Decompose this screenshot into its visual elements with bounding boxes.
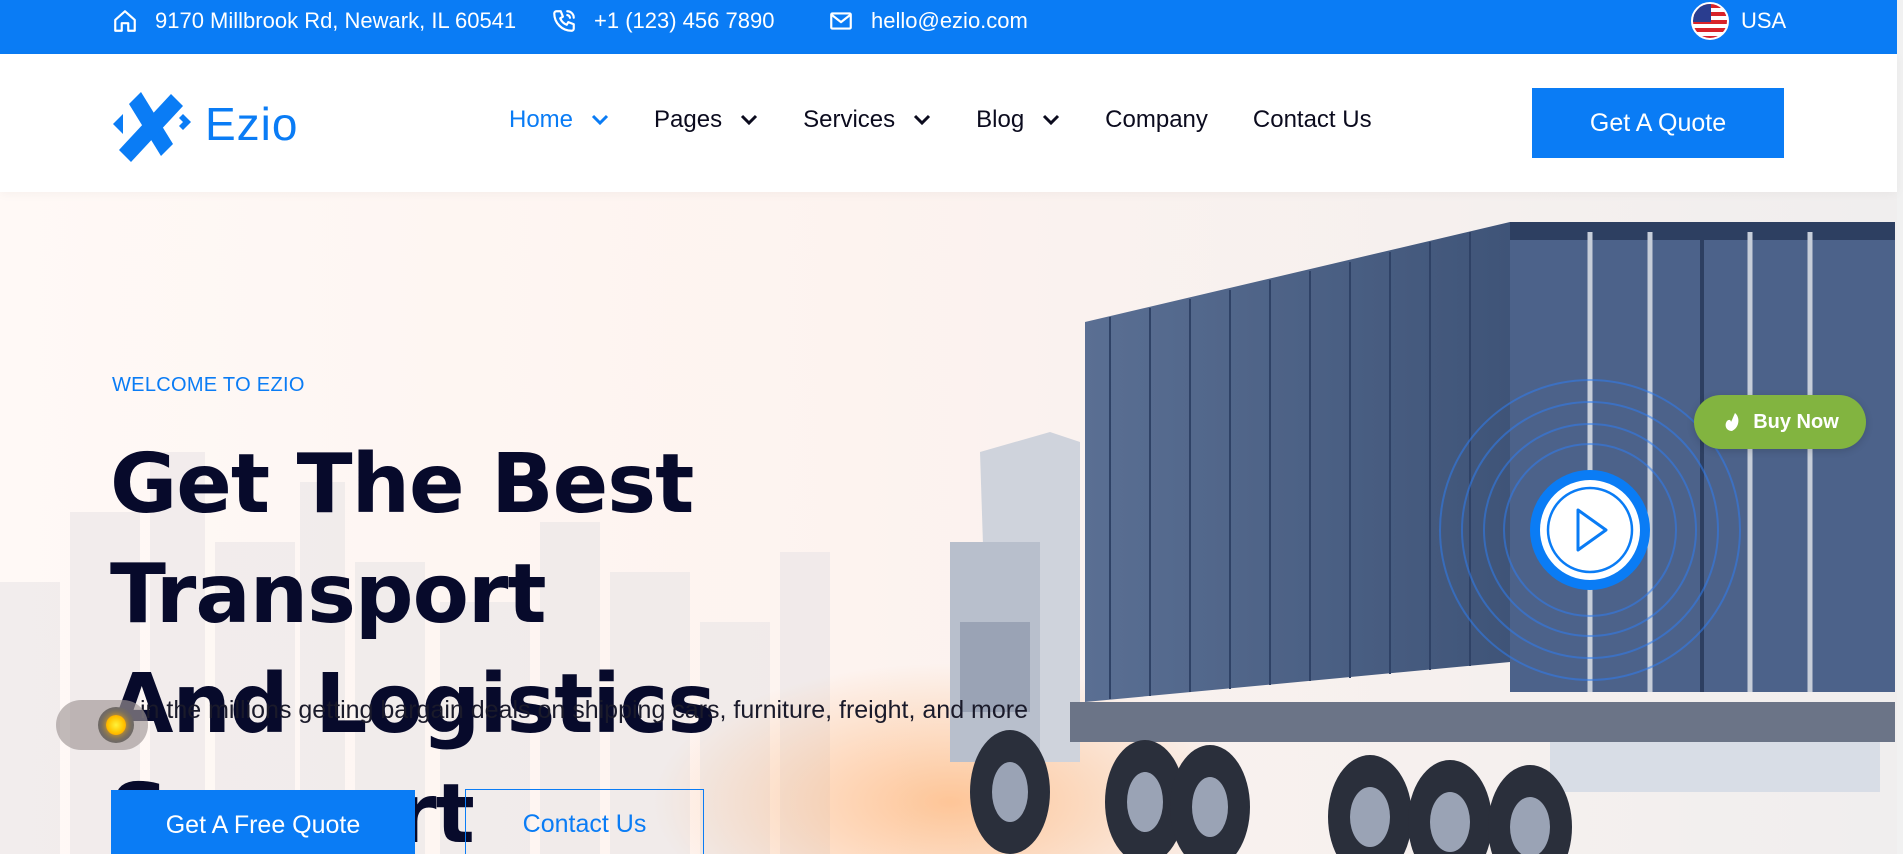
language-selector[interactable]: USA	[1691, 0, 1786, 42]
home-icon	[114, 10, 136, 32]
address-text: 9170 Millbrook Rd, Newark, IL 60541	[155, 8, 517, 33]
hero-subtitle: in the millions getting bargain deals on…	[140, 696, 1029, 724]
buy-now-label[interactable]: Buy Now	[1753, 411, 1839, 434]
welcome-eyebrow: WELCOME TO EZIO	[112, 374, 305, 396]
sun-icon	[106, 715, 126, 735]
chevron-down-icon	[914, 114, 931, 126]
nav-item-contact-us[interactable]: Contact Us	[1253, 106, 1372, 134]
hero-section: WELCOME TO EZIO Get The Best Transport A…	[0, 192, 1897, 854]
nav-label[interactable]: Home	[509, 106, 573, 134]
headline-line-1: Get The Best Transport	[110, 437, 694, 642]
chevron-down-icon	[1043, 114, 1060, 126]
phone-icon	[553, 10, 575, 32]
nav-label[interactable]: Company	[1105, 106, 1208, 134]
nav-item-company[interactable]: Company	[1105, 106, 1208, 134]
top-bar: 9170 Millbrook Rd, Newark, IL 60541 +1 (…	[0, 0, 1897, 54]
top-phone[interactable]: +1 (123) 456 7890	[551, 0, 774, 42]
nav-label[interactable]: Services	[803, 106, 895, 134]
theme-toggle[interactable]	[56, 700, 148, 750]
truck-image	[950, 222, 1895, 854]
buy-now-button[interactable]: Buy Now	[1694, 395, 1866, 449]
mail-icon	[830, 12, 852, 30]
nav-label[interactable]: Pages	[654, 106, 722, 134]
get-free-quote-button[interactable]: Get A Free Quote	[111, 790, 415, 854]
email-text[interactable]: hello@ezio.com	[871, 8, 1028, 34]
envato-leaf-icon	[1725, 413, 1739, 431]
scrollbar[interactable]	[1897, 0, 1903, 854]
nav-item-pages[interactable]: Pages	[654, 106, 758, 134]
main-nav: Home Pages Services Blog Company Contact…	[509, 106, 1417, 134]
top-email[interactable]: hello@ezio.com	[828, 0, 1028, 42]
nav-item-blog[interactable]: Blog	[976, 106, 1060, 134]
chevron-down-icon	[741, 114, 758, 126]
chevron-down-icon	[591, 114, 609, 126]
nav-label[interactable]: Blog	[976, 106, 1024, 134]
ezio-logo-icon	[113, 92, 191, 162]
logo[interactable]: Ezio	[111, 84, 298, 164]
usa-flag-icon	[1691, 2, 1729, 40]
get-a-quote-button[interactable]: Get A Quote	[1532, 88, 1784, 158]
phone-text[interactable]: +1 (123) 456 7890	[594, 8, 774, 34]
contact-us-button[interactable]: Contact Us	[465, 789, 704, 854]
top-address: 9170 Millbrook Rd, Newark, IL 60541	[112, 0, 516, 42]
logo-text: Ezio	[205, 98, 299, 150]
main-header: Ezio Home Pages Services Blog Company Co…	[0, 54, 1897, 192]
nav-label[interactable]: Contact Us	[1253, 106, 1372, 134]
nav-item-home[interactable]: Home	[509, 106, 609, 134]
nav-item-services[interactable]: Services	[803, 106, 931, 134]
language-label[interactable]: USA	[1741, 8, 1786, 34]
